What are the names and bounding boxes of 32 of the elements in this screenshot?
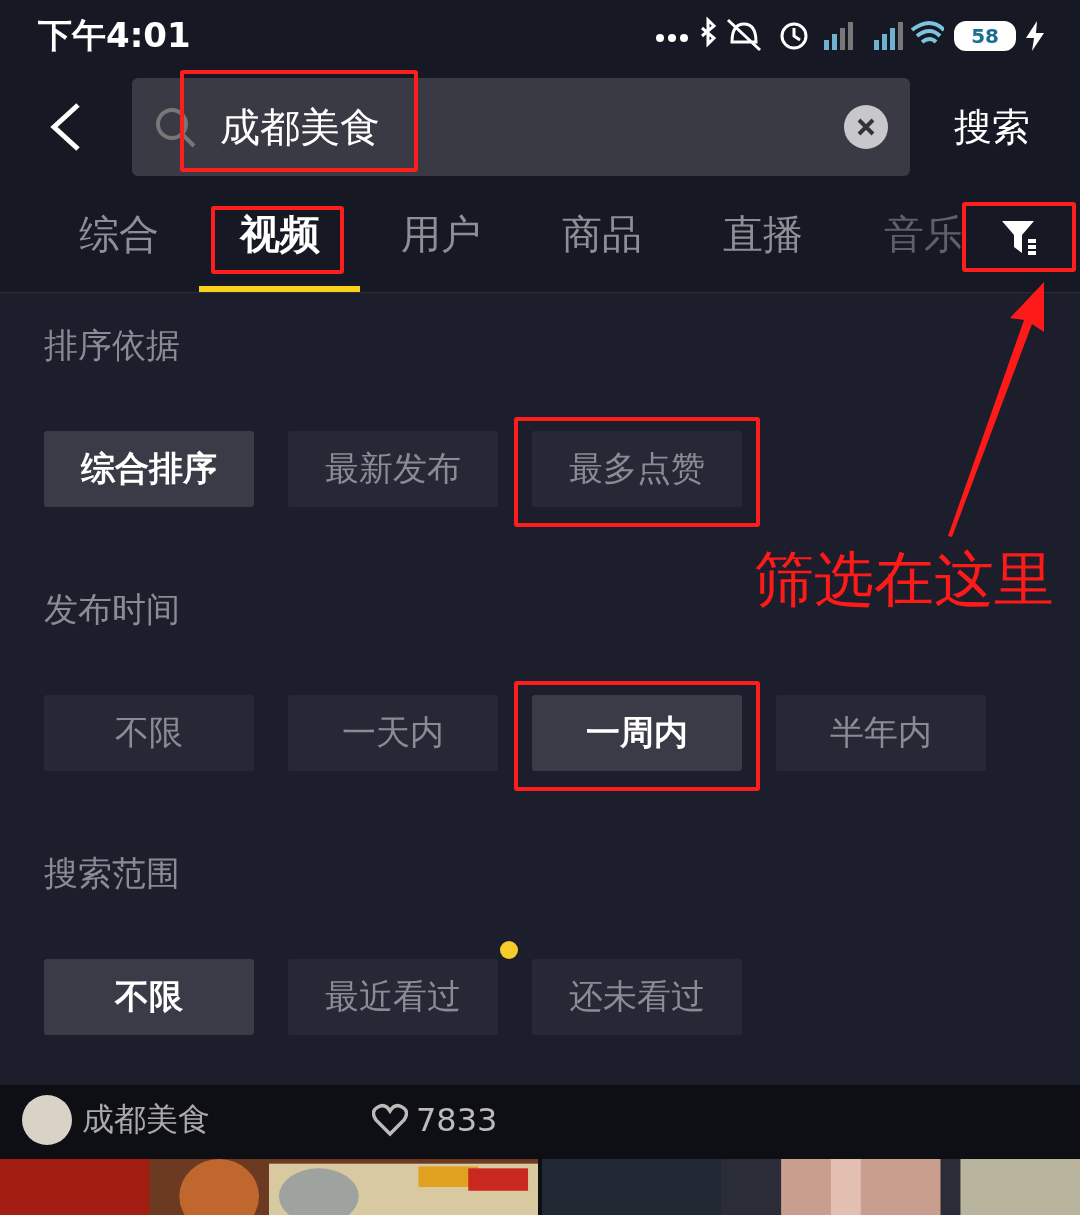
battery-indicator: 58: [954, 21, 1016, 51]
avatar[interactable]: [22, 1095, 72, 1145]
annotation-text: 筛选在这里: [754, 543, 1054, 616]
filter-option[interactable]: 最新发布: [288, 431, 498, 507]
tab[interactable]: 商品: [521, 182, 682, 292]
like-count: 7833: [416, 1101, 498, 1139]
filter-option[interactable]: 一周内: [532, 695, 742, 771]
search-query: 成都美食: [220, 102, 380, 152]
filter-option[interactable]: 一天内: [288, 695, 498, 771]
filter-option[interactable]: 综合排序: [44, 431, 254, 507]
tab[interactable]: 用户: [360, 182, 521, 292]
filter-option[interactable]: 半年内: [776, 695, 986, 771]
search-button[interactable]: 搜索: [954, 101, 1030, 153]
section-title: 排序依据: [44, 324, 180, 367]
filter-option[interactable]: 还未看过: [532, 959, 742, 1035]
author-name[interactable]: 成都美食: [82, 1098, 372, 1142]
filter-option[interactable]: 最多点赞: [532, 431, 742, 507]
search-field[interactable]: 成都美食: [132, 78, 910, 176]
charging-icon: [1026, 21, 1044, 51]
status-time: 下午4:01: [38, 14, 191, 57]
tab[interactable]: 音乐: [843, 182, 1004, 292]
heart-icon[interactable]: [372, 1103, 408, 1137]
search-icon: [154, 106, 196, 148]
tab[interactable]: 直播: [682, 182, 843, 292]
section-title: 搜索范围: [44, 852, 180, 895]
filter-option[interactable]: 不限: [44, 695, 254, 771]
section-title: 发布时间: [44, 588, 180, 631]
back-icon[interactable]: [48, 102, 82, 152]
clear-icon[interactable]: [844, 105, 888, 149]
filter-option[interactable]: 不限: [44, 959, 254, 1035]
filter-option[interactable]: 最近看过: [288, 959, 498, 1035]
tab[interactable]: 综合: [38, 182, 199, 292]
